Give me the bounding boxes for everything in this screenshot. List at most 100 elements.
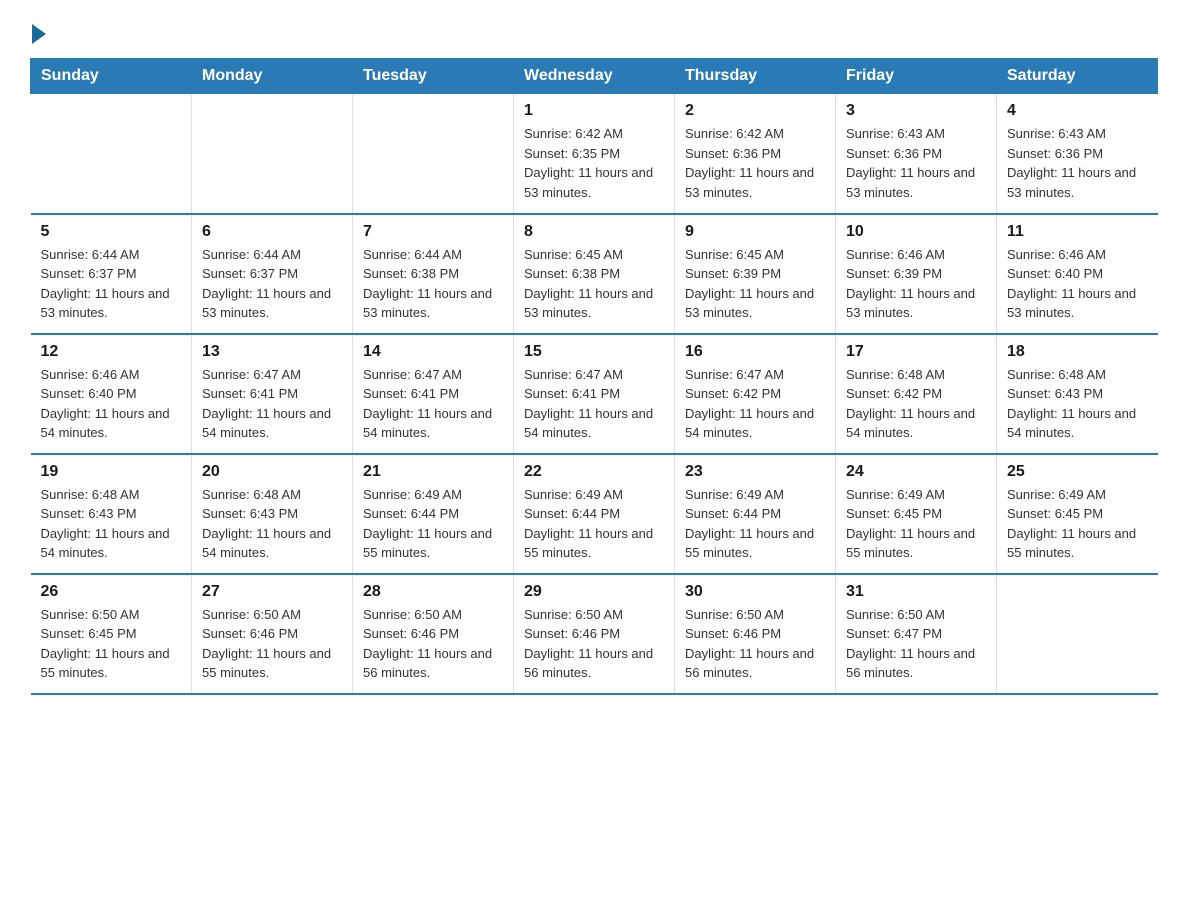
day-number: 22	[524, 463, 664, 481]
day-info: Sunrise: 6:49 AM Sunset: 6:45 PM Dayligh…	[1007, 485, 1148, 563]
day-cell: 8 Sunrise: 6:45 AM Sunset: 6:38 PM Daylig…	[514, 214, 675, 334]
day-info: Sunrise: 6:45 AM Sunset: 6:38 PM Dayligh…	[524, 245, 664, 323]
day-info: Sunrise: 6:43 AM Sunset: 6:36 PM Dayligh…	[1007, 124, 1148, 202]
day-cell: 15 Sunrise: 6:47 AM Sunset: 6:41 PM Dayli…	[514, 334, 675, 454]
day-number: 23	[685, 463, 825, 481]
header-cell-monday: Monday	[192, 59, 353, 94]
day-info: Sunrise: 6:48 AM Sunset: 6:43 PM Dayligh…	[202, 485, 342, 563]
week-row-4: 19 Sunrise: 6:48 AM Sunset: 6:43 PM Dayli…	[31, 454, 1158, 574]
day-info: Sunrise: 6:50 AM Sunset: 6:47 PM Dayligh…	[846, 605, 986, 683]
day-info: Sunrise: 6:49 AM Sunset: 6:44 PM Dayligh…	[685, 485, 825, 563]
page-header	[30, 20, 1158, 38]
day-cell: 9 Sunrise: 6:45 AM Sunset: 6:39 PM Daylig…	[675, 214, 836, 334]
day-cell: 2 Sunrise: 6:42 AM Sunset: 6:36 PM Daylig…	[675, 94, 836, 214]
day-number: 16	[685, 343, 825, 361]
day-info: Sunrise: 6:50 AM Sunset: 6:46 PM Dayligh…	[363, 605, 503, 683]
day-number: 7	[363, 223, 503, 241]
day-number: 28	[363, 583, 503, 601]
day-cell	[192, 94, 353, 214]
day-cell: 11 Sunrise: 6:46 AM Sunset: 6:40 PM Dayli…	[997, 214, 1158, 334]
day-number: 15	[524, 343, 664, 361]
day-cell: 23 Sunrise: 6:49 AM Sunset: 6:44 PM Dayli…	[675, 454, 836, 574]
day-number: 1	[524, 102, 664, 120]
day-cell: 18 Sunrise: 6:48 AM Sunset: 6:43 PM Dayli…	[997, 334, 1158, 454]
day-number: 12	[41, 343, 182, 361]
week-row-2: 5 Sunrise: 6:44 AM Sunset: 6:37 PM Daylig…	[31, 214, 1158, 334]
day-number: 30	[685, 583, 825, 601]
day-number: 5	[41, 223, 182, 241]
day-number: 31	[846, 583, 986, 601]
day-cell: 21 Sunrise: 6:49 AM Sunset: 6:44 PM Dayli…	[353, 454, 514, 574]
day-info: Sunrise: 6:48 AM Sunset: 6:42 PM Dayligh…	[846, 365, 986, 443]
day-info: Sunrise: 6:44 AM Sunset: 6:37 PM Dayligh…	[202, 245, 342, 323]
day-cell: 14Sunrise: 6:47 AM Sunset: 6:41 PM Dayli…	[353, 334, 514, 454]
day-number: 11	[1007, 223, 1148, 241]
day-cell: 30 Sunrise: 6:50 AM Sunset: 6:46 PM Dayli…	[675, 574, 836, 694]
day-cell: 29Sunrise: 6:50 AM Sunset: 6:46 PM Dayli…	[514, 574, 675, 694]
calendar-body: 1 Sunrise: 6:42 AM Sunset: 6:35 PM Daylig…	[31, 94, 1158, 694]
day-cell: 17 Sunrise: 6:48 AM Sunset: 6:42 PM Dayli…	[836, 334, 997, 454]
day-number: 2	[685, 102, 825, 120]
day-number: 4	[1007, 102, 1148, 120]
day-number: 10	[846, 223, 986, 241]
day-number: 8	[524, 223, 664, 241]
day-info: Sunrise: 6:42 AM Sunset: 6:36 PM Dayligh…	[685, 124, 825, 202]
day-number: 21	[363, 463, 503, 481]
day-info: Sunrise: 6:44 AM Sunset: 6:37 PM Dayligh…	[41, 245, 182, 323]
day-info: Sunrise: 6:47 AM Sunset: 6:41 PM Dayligh…	[363, 365, 503, 443]
day-info: Sunrise: 6:46 AM Sunset: 6:40 PM Dayligh…	[41, 365, 182, 443]
day-info: Sunrise: 6:43 AM Sunset: 6:36 PM Dayligh…	[846, 124, 986, 202]
day-cell: 27Sunrise: 6:50 AM Sunset: 6:46 PM Dayli…	[192, 574, 353, 694]
day-info: Sunrise: 6:50 AM Sunset: 6:46 PM Dayligh…	[524, 605, 664, 683]
day-cell: 25 Sunrise: 6:49 AM Sunset: 6:45 PM Dayli…	[997, 454, 1158, 574]
day-cell: 31 Sunrise: 6:50 AM Sunset: 6:47 PM Dayli…	[836, 574, 997, 694]
calendar-table: SundayMondayTuesdayWednesdayThursdayFrid…	[30, 58, 1158, 695]
day-info: Sunrise: 6:50 AM Sunset: 6:46 PM Dayligh…	[685, 605, 825, 683]
day-cell: 13 Sunrise: 6:47 AM Sunset: 6:41 PM Dayli…	[192, 334, 353, 454]
day-info: Sunrise: 6:50 AM Sunset: 6:46 PM Dayligh…	[202, 605, 342, 683]
day-info: Sunrise: 6:47 AM Sunset: 6:42 PM Dayligh…	[685, 365, 825, 443]
day-cell: 24Sunrise: 6:49 AM Sunset: 6:45 PM Dayli…	[836, 454, 997, 574]
day-cell: 26Sunrise: 6:50 AM Sunset: 6:45 PM Dayli…	[31, 574, 192, 694]
header-cell-saturday: Saturday	[997, 59, 1158, 94]
day-info: Sunrise: 6:49 AM Sunset: 6:44 PM Dayligh…	[363, 485, 503, 563]
week-row-3: 12 Sunrise: 6:46 AM Sunset: 6:40 PM Dayli…	[31, 334, 1158, 454]
day-cell: 7 Sunrise: 6:44 AM Sunset: 6:38 PM Daylig…	[353, 214, 514, 334]
header-cell-thursday: Thursday	[675, 59, 836, 94]
day-number: 13	[202, 343, 342, 361]
day-info: Sunrise: 6:47 AM Sunset: 6:41 PM Dayligh…	[524, 365, 664, 443]
day-number: 19	[41, 463, 182, 481]
day-number: 9	[685, 223, 825, 241]
calendar-header: SundayMondayTuesdayWednesdayThursdayFrid…	[31, 59, 1158, 94]
day-number: 18	[1007, 343, 1148, 361]
day-cell: 22 Sunrise: 6:49 AM Sunset: 6:44 PM Dayli…	[514, 454, 675, 574]
day-info: Sunrise: 6:46 AM Sunset: 6:39 PM Dayligh…	[846, 245, 986, 323]
day-number: 17	[846, 343, 986, 361]
day-cell	[997, 574, 1158, 694]
header-cell-wednesday: Wednesday	[514, 59, 675, 94]
day-number: 25	[1007, 463, 1148, 481]
day-info: Sunrise: 6:46 AM Sunset: 6:40 PM Dayligh…	[1007, 245, 1148, 323]
day-info: Sunrise: 6:44 AM Sunset: 6:38 PM Dayligh…	[363, 245, 503, 323]
day-info: Sunrise: 6:42 AM Sunset: 6:35 PM Dayligh…	[524, 124, 664, 202]
day-info: Sunrise: 6:47 AM Sunset: 6:41 PM Dayligh…	[202, 365, 342, 443]
day-info: Sunrise: 6:49 AM Sunset: 6:44 PM Dayligh…	[524, 485, 664, 563]
day-cell: 1 Sunrise: 6:42 AM Sunset: 6:35 PM Daylig…	[514, 94, 675, 214]
header-row: SundayMondayTuesdayWednesdayThursdayFrid…	[31, 59, 1158, 94]
day-cell: 10 Sunrise: 6:46 AM Sunset: 6:39 PM Dayli…	[836, 214, 997, 334]
day-cell: 5 Sunrise: 6:44 AM Sunset: 6:37 PM Daylig…	[31, 214, 192, 334]
header-cell-tuesday: Tuesday	[353, 59, 514, 94]
day-cell: 19Sunrise: 6:48 AM Sunset: 6:43 PM Dayli…	[31, 454, 192, 574]
logo	[30, 20, 46, 38]
day-cell: 6Sunrise: 6:44 AM Sunset: 6:37 PM Daylig…	[192, 214, 353, 334]
logo-arrow-icon	[32, 24, 46, 44]
week-row-5: 26Sunrise: 6:50 AM Sunset: 6:45 PM Dayli…	[31, 574, 1158, 694]
day-info: Sunrise: 6:48 AM Sunset: 6:43 PM Dayligh…	[1007, 365, 1148, 443]
day-cell: 3 Sunrise: 6:43 AM Sunset: 6:36 PM Daylig…	[836, 94, 997, 214]
day-info: Sunrise: 6:45 AM Sunset: 6:39 PM Dayligh…	[685, 245, 825, 323]
day-number: 3	[846, 102, 986, 120]
day-number: 24	[846, 463, 986, 481]
day-cell	[31, 94, 192, 214]
day-cell: 28 Sunrise: 6:50 AM Sunset: 6:46 PM Dayli…	[353, 574, 514, 694]
day-number: 20	[202, 463, 342, 481]
